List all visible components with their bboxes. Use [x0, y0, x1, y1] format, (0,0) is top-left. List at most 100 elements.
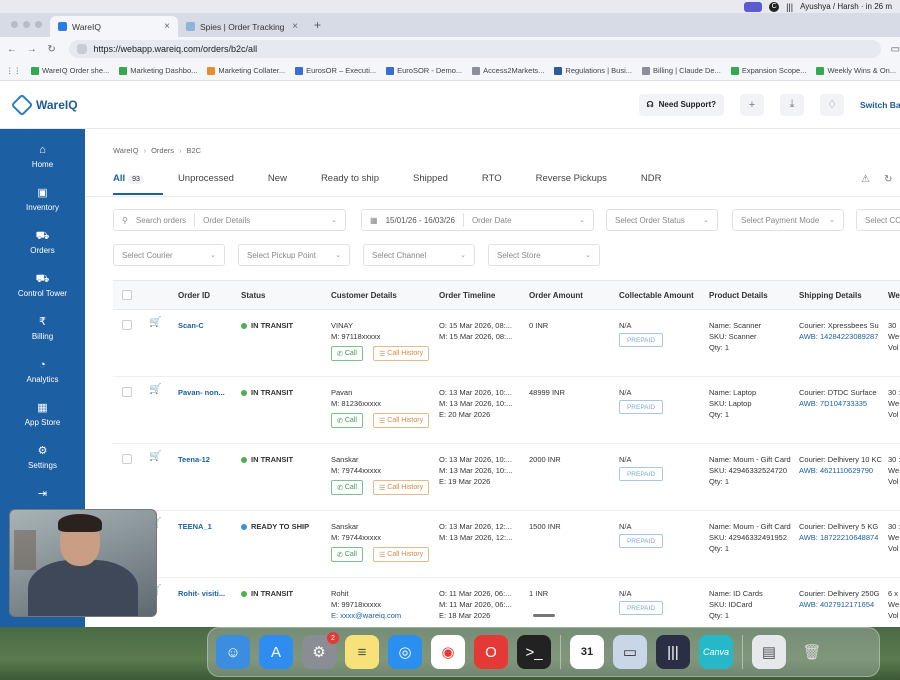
opera-icon[interactable]: O — [474, 635, 508, 669]
site-info-icon[interactable] — [77, 44, 88, 54]
sidebar-item-home[interactable]: ⌂ Home — [0, 135, 85, 178]
tab-ready-to-ship[interactable]: Ready to ship — [321, 173, 379, 184]
sidebar-item-inventory[interactable]: ▣ Inventory — [0, 178, 85, 221]
bookmark-item[interactable]: Marketing Dashbo... — [119, 66, 197, 75]
cast-icon[interactable]: ▭ — [891, 44, 900, 55]
tab-ndr[interactable]: NDR — [641, 173, 662, 184]
table-row[interactable]: 🛒Rohit- visiti...IN TRANSITRohitM: 99718… — [113, 578, 900, 627]
back-icon[interactable]: ← — [4, 44, 20, 55]
col-order-id[interactable]: Order ID — [178, 291, 210, 300]
browser-tab-wareiq[interactable]: WareIQ × — [50, 16, 178, 37]
warning-icon[interactable]: ⚠ — [861, 174, 870, 185]
cod-select[interactable]: Select CO — [856, 209, 900, 231]
order-id-link[interactable]: Teena-12 — [178, 454, 210, 465]
reload-icon[interactable]: ↻ — [44, 44, 60, 55]
bookmark-item[interactable]: Regulations | Busi... — [554, 66, 632, 75]
tab-reverse-pickups[interactable]: Reverse Pickups — [536, 173, 607, 184]
audio-app-icon[interactable]: ||| — [656, 635, 690, 669]
switch-back-link[interactable]: Switch Ba — [860, 100, 900, 110]
bookmark-item[interactable]: Billing | Claude De... — [642, 66, 721, 75]
bookmark-item[interactable]: EurosOR – Executi... — [295, 66, 376, 75]
tab-all[interactable]: All 93 — [113, 173, 144, 184]
call-history-button[interactable]: ☰ Call History — [373, 547, 430, 562]
scroll-handle[interactable] — [533, 614, 555, 617]
refresh-icon[interactable]: ↻ — [884, 174, 892, 185]
tab-shipped[interactable]: Shipped — [413, 173, 448, 184]
audio-bars-icon[interactable]: ||| — [786, 2, 793, 12]
bookmark-item[interactable]: Access2Markets... — [472, 66, 544, 75]
select-all-checkbox[interactable] — [122, 290, 132, 300]
apps-grid-icon[interactable]: ⋮⋮ — [6, 66, 21, 75]
c-app-icon[interactable]: C — [769, 1, 780, 12]
system-settings-icon[interactable]: ⚙ 2 — [302, 632, 339, 669]
channel-select[interactable]: Select Channel ⌄ — [363, 244, 475, 266]
order-status-select[interactable]: Select Order Status ⌄ — [606, 209, 718, 231]
row-checkbox[interactable] — [122, 387, 132, 397]
sidebar-item-logout[interactable]: ⇥ — [0, 479, 85, 509]
call-button[interactable]: ✆ Call — [331, 346, 363, 361]
notifications-button[interactable]: ♢ — [820, 93, 844, 116]
app-store-icon[interactable]: A — [259, 635, 293, 669]
wareiq-logo[interactable]: WareIQ — [10, 93, 78, 116]
date-range-field[interactable]: ▦ 15/01/26 - 16/03/26 Order Date ⌄ — [361, 209, 594, 231]
order-id-link[interactable]: TEENA_1 — [178, 521, 212, 532]
order-id-link[interactable]: Rohit- visiti... — [178, 588, 225, 599]
need-support-button[interactable]: ☊ Need Support? — [638, 93, 724, 116]
url-field[interactable]: https://webapp.wareiq.com/orders/b2c/all — [69, 40, 881, 58]
col-shipping-details[interactable]: Shipping Details — [799, 291, 862, 300]
payment-mode-select[interactable]: Select Payment Mode ⌄ — [732, 209, 844, 231]
window-controls[interactable] — [11, 21, 42, 28]
sidebar-item-analytics[interactable]: ◔ Analytics — [0, 350, 85, 393]
call-history-button[interactable]: ☰ Call History — [373, 413, 430, 428]
forward-icon[interactable]: → — [24, 44, 40, 55]
download-button[interactable]: ⤓ — [780, 93, 804, 116]
close-tab-icon[interactable]: × — [164, 21, 170, 32]
col-order-timeline[interactable]: Order Timeline — [439, 291, 495, 300]
sidebar-item-control-tower[interactable]: ⛟ Control Tower — [0, 264, 85, 307]
sidebar-item-settings[interactable]: ⚙ Settings — [0, 436, 85, 479]
canva-icon[interactable]: Canva — [699, 635, 733, 669]
call-button[interactable]: ✆ Call — [331, 547, 363, 562]
close-tab-icon[interactable]: × — [292, 21, 298, 32]
order-details-select[interactable]: Order Details — [203, 216, 250, 225]
bookmark-item[interactable]: Marketing Collater... — [207, 66, 285, 75]
tab-rto[interactable]: RTO — [482, 173, 502, 184]
add-button[interactable]: + — [740, 93, 764, 116]
trash-icon[interactable]: 🗑 — [795, 635, 829, 669]
table-row[interactable]: 🛒 Scan-C IN TRANSIT VINAY M: 97118xxxxx ✆ Call… — [113, 310, 900, 377]
col-collectable-amount[interactable]: Collectable Amount — [619, 291, 694, 300]
table-row[interactable]: 🛒 Teena-12 IN TRANSIT Sanskar M: 79744xxxxx ✆… — [113, 444, 900, 511]
col-product-details[interactable]: Product Details — [709, 291, 768, 300]
store-select[interactable]: Select Store ⌄ — [488, 244, 600, 266]
new-tab-icon[interactable]: + — [314, 18, 321, 32]
bookmark-item[interactable]: Expansion Scope... — [730, 66, 806, 75]
awb-number[interactable]: AWB: 4621110629790 — [799, 465, 873, 476]
preview-icon[interactable]: ▭ — [613, 635, 647, 669]
bookmark-item[interactable]: EuroSOR - Demo... — [386, 66, 462, 75]
table-row[interactable]: 🛒 Pavan- non... IN TRANSIT Pavan M: 81236xxx… — [113, 377, 900, 444]
awb-number[interactable]: AWB: 18722210648874 — [799, 532, 878, 543]
finder-icon[interactable]: ☺ — [216, 635, 250, 669]
chrome-icon[interactable]: ◉ — [431, 635, 465, 669]
safari-icon[interactable]: ◎ — [388, 635, 422, 669]
col-order-amount[interactable]: Order Amount — [529, 291, 583, 300]
col-status[interactable]: Status — [241, 291, 265, 300]
order-id-link[interactable]: Pavan- non... — [178, 387, 225, 398]
awb-number[interactable]: AWB: 4027912171654 — [799, 599, 874, 610]
row-checkbox[interactable] — [122, 454, 132, 464]
bookmark-item[interactable]: WareIQ Order she... — [31, 66, 109, 75]
sidebar-item-app-store[interactable]: ▦ App Store — [0, 393, 85, 436]
col-customer-details[interactable]: Customer Details — [331, 291, 397, 300]
search-orders-field[interactable]: ⚲ Search orders Order Details ⌄ — [113, 209, 346, 231]
document-stack-icon[interactable]: ▤ — [752, 635, 786, 669]
call-button[interactable]: ✆ Call — [331, 480, 363, 495]
order-date-select[interactable]: Order Date — [472, 216, 512, 225]
awb-number[interactable]: AWB: 14284223089287 — [799, 331, 878, 342]
webcam-overlay[interactable] — [9, 509, 157, 617]
call-history-button[interactable]: ☰ Call History — [373, 346, 430, 361]
sidebar-item-orders[interactable]: ⛟ Orders — [0, 221, 85, 264]
calendar-icon[interactable]: 31 — [570, 635, 604, 669]
terminal-icon[interactable]: >_ — [517, 635, 551, 669]
notes-icon[interactable]: ≡ — [345, 635, 379, 669]
pickup-point-select[interactable]: Select Pickup Point ⌄ — [238, 244, 350, 266]
